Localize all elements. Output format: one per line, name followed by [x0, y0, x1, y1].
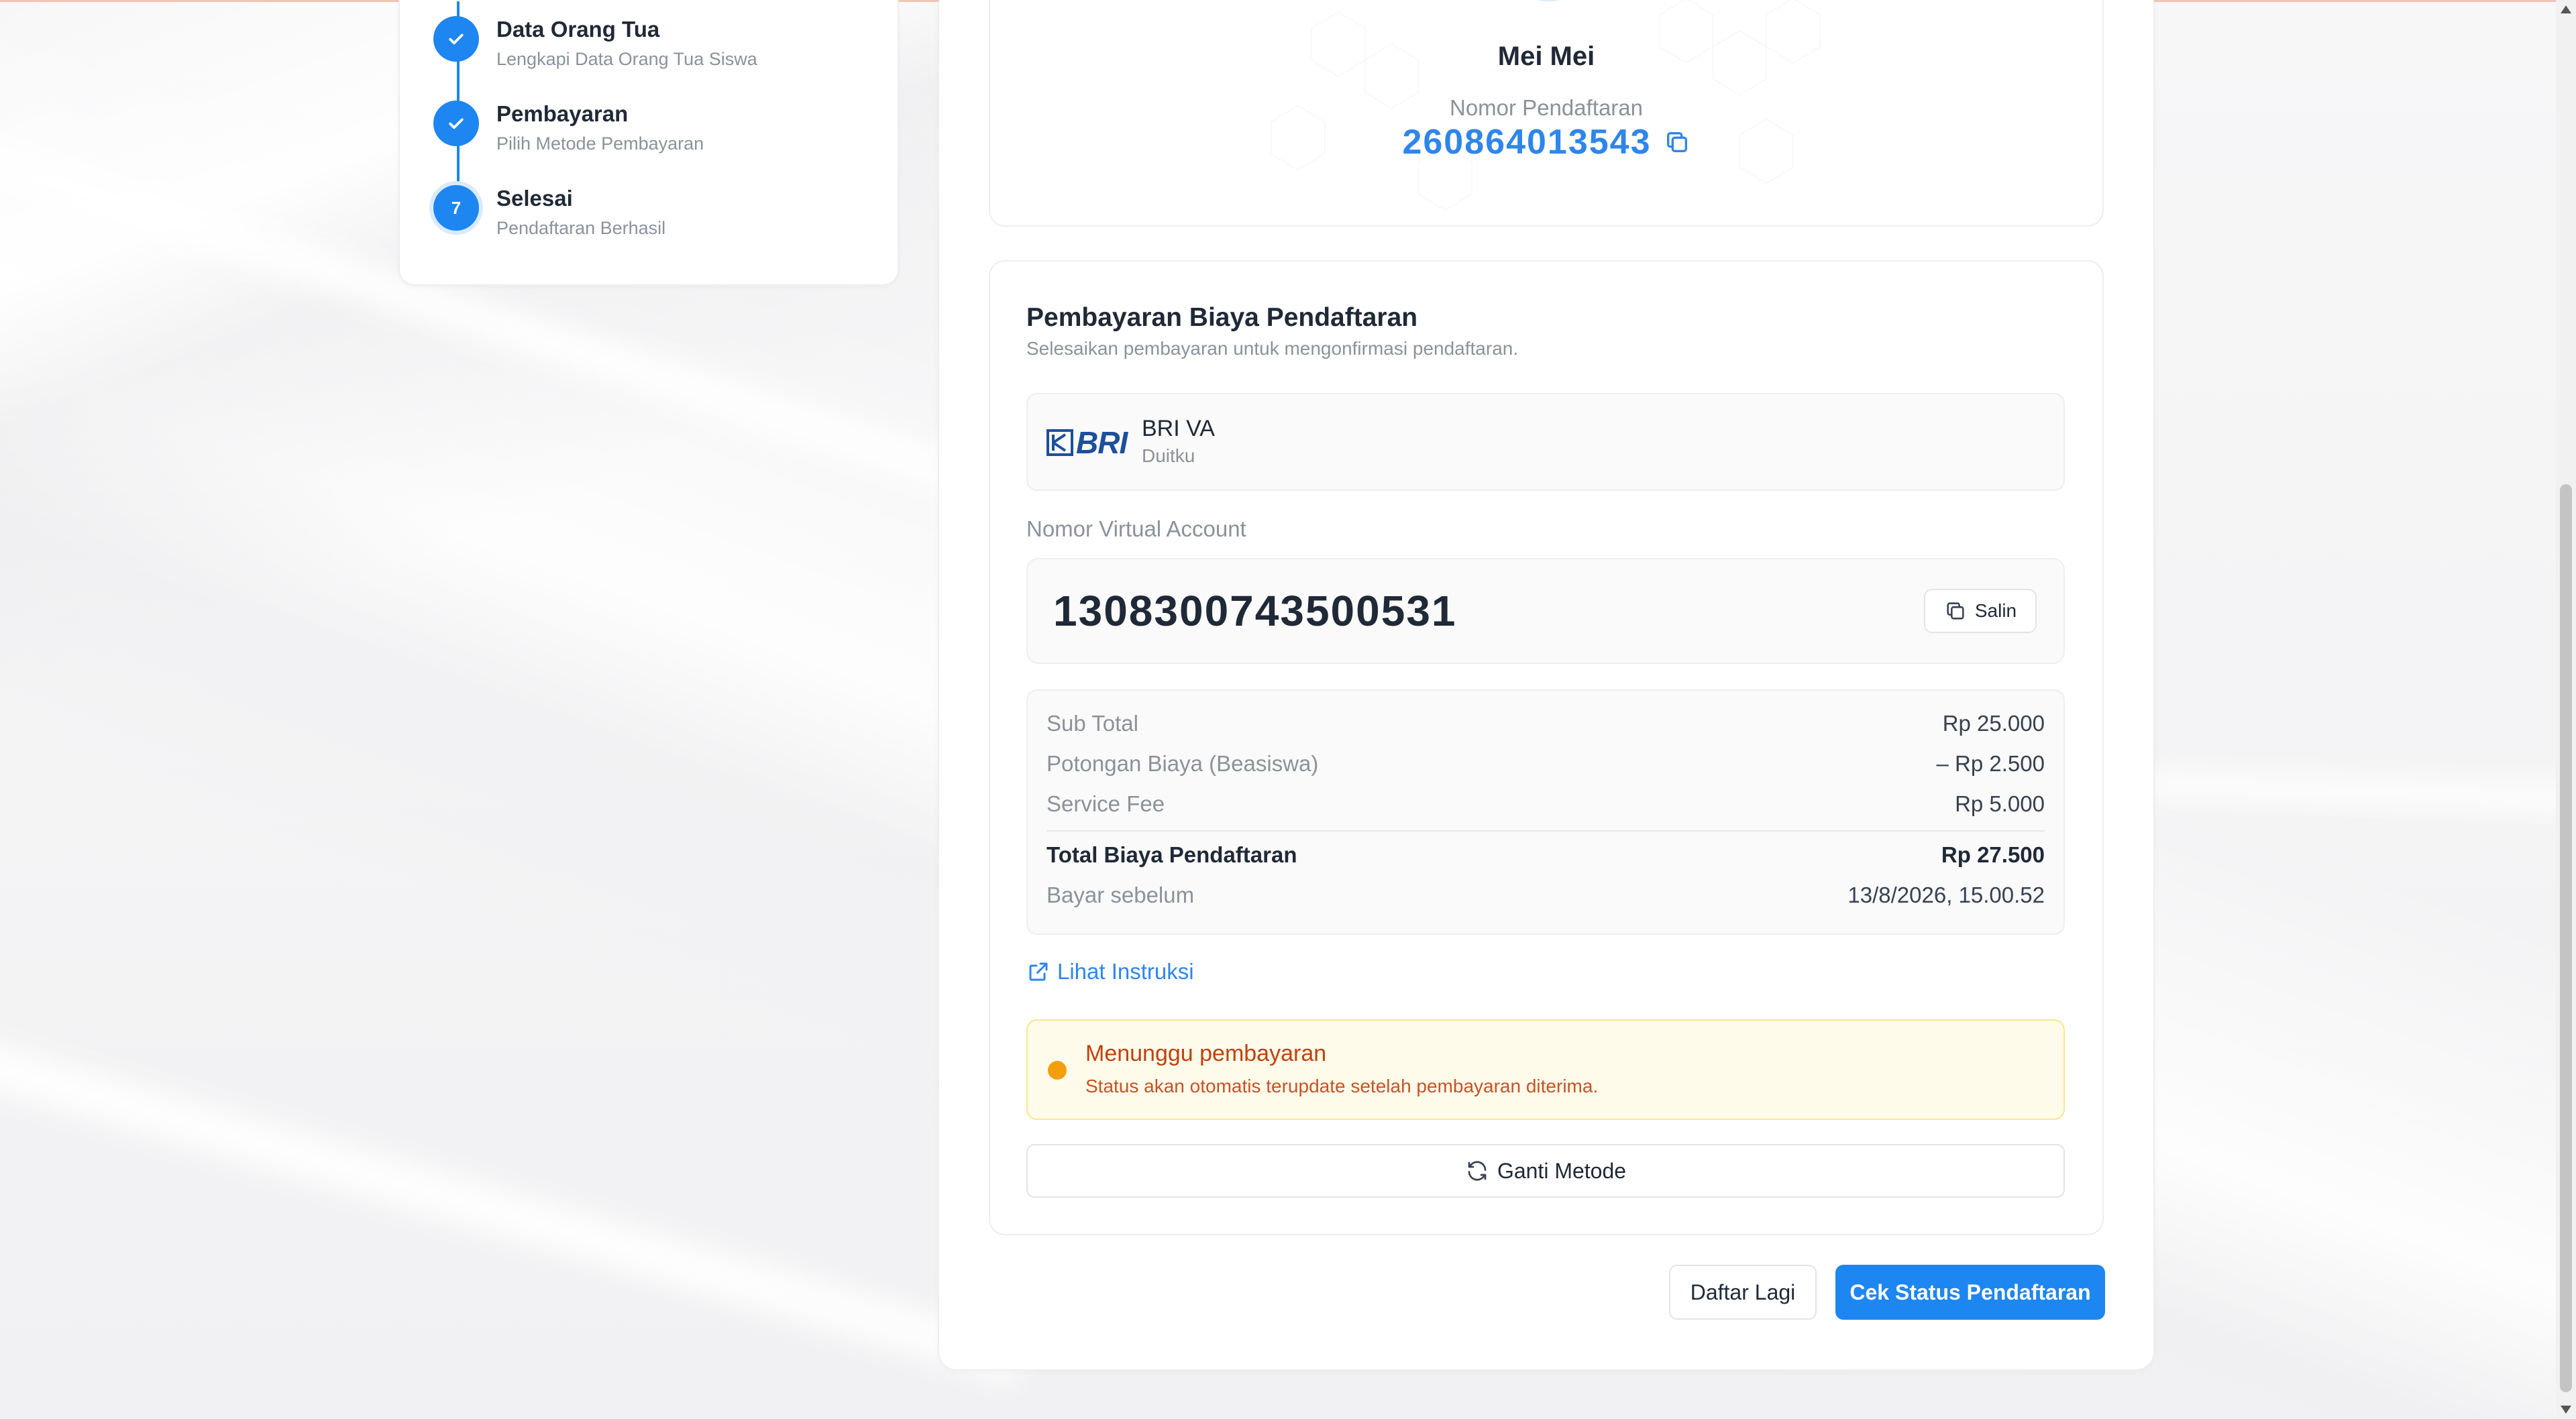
va-label: Nomor Virtual Account [1026, 516, 1246, 541]
step-data-orang-tua[interactable]: Data Orang Tua Lengkapi Data Orang Tua S… [433, 16, 757, 70]
summary-row-due: Bayar sebelum 13/8/2026, 15.00.52 [1046, 883, 2045, 908]
summary-label: Service Fee [1046, 791, 1165, 816]
step-title: Selesai [496, 186, 573, 211]
step-subtitle: Lengkapi Data Orang Tua Siswa [496, 49, 757, 69]
payment-status-alert: Menunggu pembayaran Status akan otomatis… [1026, 1019, 2065, 1120]
payment-card: Pembayaran Biaya Pendaftaran Selesaikan … [989, 260, 2104, 1235]
summary-row-fee: Service Fee Rp 5.000 [1046, 791, 2045, 817]
payment-title: Pembayaran Biaya Pendaftaran [1026, 303, 1418, 332]
scroll-down-arrow-icon[interactable] [2561, 1406, 2571, 1414]
view-instructions-link[interactable]: Lihat Instruksi [1026, 959, 1194, 984]
check-icon [433, 16, 479, 62]
bri-logo: BRI [1046, 425, 1128, 460]
progress-stepper: Data Orang Tua Lengkapi Data Orang Tua S… [398, 0, 899, 286]
summary-divider [1046, 830, 2045, 832]
va-box: 1308300743500531 Salin [1026, 558, 2065, 664]
bri-logo-text: BRI [1076, 425, 1128, 460]
registration-card: Mei Mei Nomor Pendaftaran 260864013543 [989, 0, 2104, 227]
step-subtitle: Pendaftaran Berhasil [496, 218, 666, 238]
payment-subtitle: Selesaikan pembayaran untuk mengonfirmas… [1026, 338, 1519, 359]
check-status-button[interactable]: Cek Status Pendaftaran [1835, 1265, 2105, 1320]
scroll-up-arrow-icon[interactable] [2561, 5, 2571, 13]
status-title: Menunggu pembayaran [1085, 1041, 1327, 1066]
view-instructions-label: Lihat Instruksi [1057, 959, 1194, 984]
step-number-badge: 7 [433, 185, 479, 231]
summary-row-total: Total Biaya Pendaftaran Rp 27.500 [1046, 842, 2045, 868]
summary-label: Bayar sebelum [1046, 883, 1195, 907]
registration-number-label: Nomor Pendaftaran [1450, 95, 1643, 120]
summary-label: Sub Total [1046, 711, 1138, 736]
payment-summary: Sub Total Rp 25.000 Potongan Biaya (Beas… [1026, 689, 2065, 935]
check-icon [433, 101, 479, 146]
step-title: Pembayaran [496, 101, 629, 126]
summary-value: 13/8/2026, 15.00.52 [1847, 883, 2045, 907]
summary-row-discount: Potongan Biaya (Beasiswa) – Rp 2.500 [1046, 751, 2045, 777]
copy-icon[interactable] [1664, 129, 1690, 156]
step-selesai[interactable]: 7 Selesai Pendaftaran Berhasil [433, 185, 665, 239]
external-link-icon [1029, 962, 1048, 981]
change-method-button[interactable]: Ganti Metode [1026, 1144, 2065, 1198]
copy-icon [1947, 602, 1964, 620]
registration-number: 260864013543 [1402, 123, 1652, 162]
summary-value: Rp 25.000 [1942, 711, 2045, 736]
scrollbar[interactable] [2556, 0, 2576, 1419]
copy-button[interactable]: Salin [1924, 589, 2037, 633]
payment-method: BRI BRI VA Duitku [1026, 393, 2065, 491]
va-number: 1308300743500531 [1053, 587, 1457, 635]
change-method-label: Ganti Metode [1497, 1158, 1627, 1183]
student-name: Mei Mei [1497, 42, 1595, 71]
method-provider: Duitku [1142, 445, 1195, 466]
step-pembayaran[interactable]: Pembayaran Pilih Metode Pembayaran [433, 101, 704, 154]
status-subtitle: Status akan otomatis terupdate setelah p… [1085, 1076, 1599, 1096]
register-again-button[interactable]: Daftar Lagi [1669, 1265, 1817, 1320]
summary-value: Rp 27.500 [1941, 842, 2045, 867]
summary-value: Rp 5.000 [1955, 791, 2045, 816]
summary-label: Total Biaya Pendaftaran [1046, 842, 1297, 867]
method-name: BRI VA [1142, 416, 1215, 441]
bri-logo-mark [1046, 429, 1073, 456]
summary-label: Potongan Biaya (Beasiswa) [1046, 751, 1319, 776]
status-dot-icon [1048, 1061, 1067, 1080]
step-title: Data Orang Tua [496, 17, 660, 42]
scrollbar-thumb[interactable] [2560, 484, 2572, 1392]
copy-button-label: Salin [1974, 600, 2017, 621]
summary-row-subtotal: Sub Total Rp 25.000 [1046, 711, 2045, 736]
summary-value: – Rp 2.500 [1936, 751, 2045, 776]
refresh-icon [1468, 1161, 1487, 1181]
step-subtitle: Pilih Metode Pembayaran [496, 133, 704, 154]
